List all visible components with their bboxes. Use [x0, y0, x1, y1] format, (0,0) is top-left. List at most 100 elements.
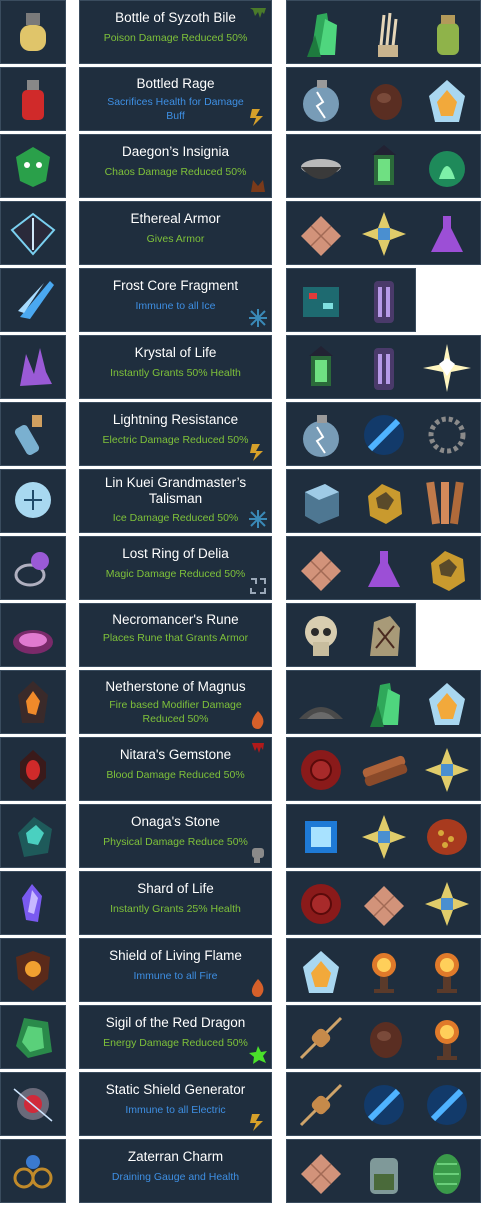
lightning-orb-icon: [293, 407, 349, 463]
fire-ice-crystal-icon: [419, 72, 475, 128]
relic-description: Electric Damage Reduced 50%: [102, 434, 249, 446]
gold-ore-icon: [419, 541, 475, 597]
lightning-gauntlet-icon: [14, 415, 42, 456]
purple-potion-icon: [356, 541, 412, 597]
required-items-panel: [286, 268, 416, 332]
relic-description: Sacrifices Health for Damage Buff: [107, 96, 244, 122]
relic-info-panel: Netherstone of Magnus Fire based Modifier…: [79, 670, 272, 734]
ash-pile-icon: [293, 675, 349, 731]
star-talisman-icon: [419, 876, 475, 932]
relic-icon-panel: [0, 134, 66, 198]
rune-stone-icon: [356, 608, 412, 664]
relic-info-panel: Necromancer's Rune Places Rune that Grant…: [79, 603, 272, 667]
relic-description: Draining Gauge and Health: [111, 1171, 240, 1183]
relic-icon-panel: [0, 1072, 66, 1136]
relic-description: Instantly Grants 50% Health: [110, 367, 241, 379]
relic-description: Poison Damage Reduced 50%: [103, 32, 248, 44]
copper-strips-icon: [419, 474, 475, 530]
skeletal-hand-icon: [356, 5, 412, 61]
relic-name: Daegon’s Insignia: [121, 144, 230, 159]
star-talisman-icon: [356, 809, 412, 865]
required-items-panel: [286, 67, 481, 131]
dragon-sigil-icon: [16, 1018, 52, 1058]
relic-info-panel: Bottle of Syzoth Bile Poison Damage Reduc…: [79, 0, 272, 64]
green-crystal-icon: [356, 675, 412, 731]
ice-talisman-icon: [15, 482, 51, 518]
required-items-panel: [286, 0, 481, 64]
relic-description: Places Rune that Grants Armor: [102, 632, 249, 644]
relic-name: Lost Ring of Delia: [122, 546, 229, 561]
energy-splat-icon: [248, 1045, 268, 1065]
copper-plates-icon: [356, 876, 412, 932]
relic-name: Sigil of the Red Dragon: [105, 1015, 246, 1030]
relic-description: Chaos Damage Reduced 50%: [104, 166, 247, 178]
relic-name: Frost Core Fragment: [112, 278, 239, 293]
star-talisman-icon: [419, 742, 475, 798]
required-items-panel: [286, 871, 481, 935]
bile-bottle-icon: [20, 13, 46, 51]
wax-seal-icon: [293, 876, 349, 932]
life-crystal-icon: [20, 348, 52, 386]
ice-cube-icon: [293, 474, 349, 530]
relic-name: Krystal of Life: [134, 345, 217, 360]
blood-gem-icon: [20, 750, 46, 790]
lightning-icon: [248, 107, 268, 127]
relic-info-panel: Sigil of the Red Dragon Energy Damage Red…: [79, 1005, 272, 1069]
relic-row: Lost Ring of Delia Magic Damage Reduced 5…: [0, 536, 481, 600]
relic-name: Bottled Rage: [136, 76, 215, 91]
relic-icon-panel: [0, 871, 66, 935]
relic-info-panel: Nitara's Gemstone Blood Damage Reduced 50…: [79, 737, 272, 801]
required-items-panel: [286, 536, 481, 600]
relic-info-panel: Frost Core Fragment Immune to all Ice: [79, 268, 272, 332]
relic-name: Necromancer's Rune: [112, 612, 239, 627]
required-items-panel: [286, 335, 481, 399]
relic-name: Shield of Living Flame: [109, 948, 242, 963]
required-items-panel: [286, 804, 481, 868]
demon-mask-icon: [16, 147, 50, 187]
required-items-panel: [286, 1139, 481, 1203]
relic-name: Ethereal Armor: [130, 211, 221, 226]
relic-icon-panel: [0, 67, 66, 131]
relic-row: Zaterran Charm Draining Gauge and Health: [0, 1139, 481, 1203]
relic-info-panel: Lost Ring of Delia Magic Damage Reduced 5…: [79, 536, 272, 600]
relic-info-panel: Static Shield Generator Immune to all Ele…: [79, 1072, 272, 1136]
relic-row: Bottle of Syzoth Bile Poison Damage Reduc…: [0, 0, 481, 64]
relic-info-panel: Ethereal Armor Gives Armor: [79, 201, 272, 265]
copper-plates-icon: [293, 206, 349, 262]
relic-description: Immune to all Ice: [135, 300, 216, 312]
flame-shield-icon: [16, 951, 50, 991]
relic-icon-panel: [0, 335, 66, 399]
relic-icon-panel: [0, 0, 66, 64]
relic-name: Netherstone of Magnus: [105, 679, 246, 694]
skull-icon: [293, 608, 349, 664]
relic-name: Nitara's Gemstone: [119, 747, 232, 762]
flame-icon: [248, 710, 268, 730]
circuit-box-icon: [293, 273, 349, 329]
relic-row: Netherstone of Magnus Fire based Modifier…: [0, 670, 481, 734]
required-items-panel: [286, 201, 481, 265]
blood-drip-icon: [248, 741, 268, 761]
relic-info-panel: Zaterran Charm Draining Gauge and Health: [79, 1139, 272, 1203]
rage-bottle-icon: [22, 80, 44, 120]
relic-icon-panel: [0, 201, 66, 265]
green-lantern-icon: [356, 139, 412, 195]
life-shard-icon: [22, 884, 42, 922]
relic-icon-panel: [0, 536, 66, 600]
relic-row: Frost Core Fragment Immune to all Ice: [0, 268, 481, 332]
green-crystal-icon: [293, 5, 349, 61]
relic-name: Shard of Life: [137, 881, 214, 896]
required-items-panel: [286, 134, 481, 198]
necro-rune-icon: [13, 630, 53, 654]
relic-icon-panel: [0, 469, 66, 533]
relic-info-panel: Bottled Rage Sacrifices Health for Damage…: [79, 67, 272, 131]
chaos-horns-icon: [248, 174, 268, 194]
star-talisman-icon: [356, 206, 412, 262]
relic-description: Physical Damage Reduce 50%: [103, 836, 248, 848]
relic-info-panel: Onaga's Stone Physical Damage Reduce 50%: [79, 804, 272, 868]
relic-row: Onaga's Stone Physical Damage Reduce 50%: [0, 804, 481, 868]
resistor-icon: [293, 1077, 349, 1133]
fire-ice-crystal-icon: [293, 943, 349, 999]
relic-row: Daegon’s Insignia Chaos Damage Reduced 50…: [0, 134, 481, 198]
relic-icon-panel: [0, 804, 66, 868]
relic-info-panel: Shield of Living Flame Immune to all Fire: [79, 938, 272, 1002]
